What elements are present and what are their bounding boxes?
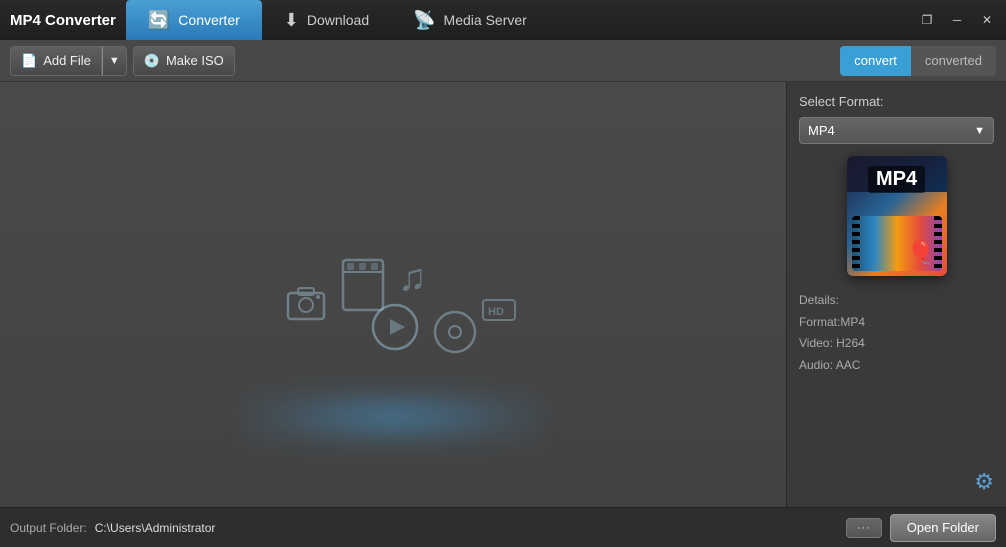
output-folder-path: C:\Users\Administrator	[95, 521, 838, 535]
browse-button[interactable]: ···	[846, 518, 882, 538]
right-panel: Select Format: MP4 ▼ MP4 🎈 Details: Form…	[786, 82, 1006, 507]
restore-button[interactable]: ❐	[914, 9, 940, 31]
select-format-label: Select Format:	[799, 94, 994, 109]
dropdown-arrow-icon: ▼	[974, 125, 985, 137]
make-iso-icon: 💿	[144, 53, 160, 69]
nav-tabs: 🔄 Converter ⬇ Download 📡 Media Server	[126, 0, 914, 40]
titlebar-controls: ❐ ─ ✕	[914, 9, 1006, 31]
drop-area-glow	[243, 387, 543, 447]
svg-text:♫: ♫	[398, 257, 427, 299]
details-format: Format:MP4	[799, 312, 994, 334]
drop-visual: ♫ HD	[233, 205, 553, 385]
tab-download-label: Download	[307, 12, 369, 28]
format-badge: MP4	[868, 166, 925, 193]
format-image: MP4 🎈	[847, 156, 947, 276]
open-folder-button[interactable]: Open Folder	[890, 514, 996, 542]
statusbar: Output Folder: C:\Users\Administrator ··…	[0, 507, 1006, 547]
details-audio: Audio: AAC	[799, 355, 994, 377]
add-file-group: 📄 Add File ▼	[10, 46, 127, 76]
make-iso-button[interactable]: 💿 Make ISO	[133, 46, 235, 76]
tab-converter-label: Converter	[178, 12, 239, 28]
tab-converter[interactable]: 🔄 Converter	[126, 0, 262, 40]
format-details: Details: Format:MP4 Video: H264 Audio: A…	[799, 290, 994, 376]
app-title: MP4 Converter	[10, 12, 116, 29]
tab-media-server[interactable]: 📡 Media Server	[391, 0, 549, 40]
svg-text:HD: HD	[488, 306, 504, 318]
format-dropdown[interactable]: MP4 ▼	[799, 117, 994, 144]
drop-icons-svg: ♫ HD	[233, 205, 553, 385]
tab-media-server-label: Media Server	[444, 12, 527, 28]
drop-area[interactable]: ♫ HD	[0, 82, 786, 507]
media-server-icon: 📡	[413, 10, 435, 31]
details-video: Video: H264	[799, 333, 994, 355]
converted-button[interactable]: converted	[911, 46, 996, 76]
balloon-icon: 🎈	[907, 240, 934, 266]
titlebar: MP4 Converter 🔄 Converter ⬇ Download 📡 M…	[0, 0, 1006, 40]
make-iso-label: Make ISO	[166, 53, 224, 68]
download-icon: ⬇	[284, 10, 299, 31]
minimize-icon: ─	[953, 13, 962, 27]
main-layout: ♫ HD Select Format:	[0, 82, 1006, 507]
restore-icon: ❐	[922, 13, 933, 27]
add-file-dropdown-button[interactable]: ▼	[102, 46, 127, 76]
converter-icon: 🔄	[148, 10, 170, 31]
tab-download[interactable]: ⬇ Download	[262, 0, 391, 40]
close-button[interactable]: ✕	[974, 9, 1000, 31]
convert-toggle: convert converted	[840, 46, 996, 76]
add-file-label: Add File	[43, 53, 91, 68]
output-folder-label: Output Folder:	[10, 521, 87, 535]
convert-button[interactable]: convert	[840, 46, 911, 76]
settings-icon-area: ⚙	[799, 461, 994, 495]
close-icon: ✕	[982, 13, 992, 27]
toolbar: 📄 Add File ▼ 💿 Make ISO convert converte…	[0, 40, 1006, 82]
format-dropdown-label: MP4	[808, 123, 974, 138]
format-preview: MP4 🎈	[799, 156, 994, 276]
settings-icon[interactable]: ⚙	[974, 469, 994, 495]
details-label: Details:	[799, 290, 994, 312]
minimize-button[interactable]: ─	[944, 9, 970, 31]
add-file-button[interactable]: 📄 Add File	[10, 46, 102, 76]
add-file-icon: 📄	[21, 53, 37, 69]
